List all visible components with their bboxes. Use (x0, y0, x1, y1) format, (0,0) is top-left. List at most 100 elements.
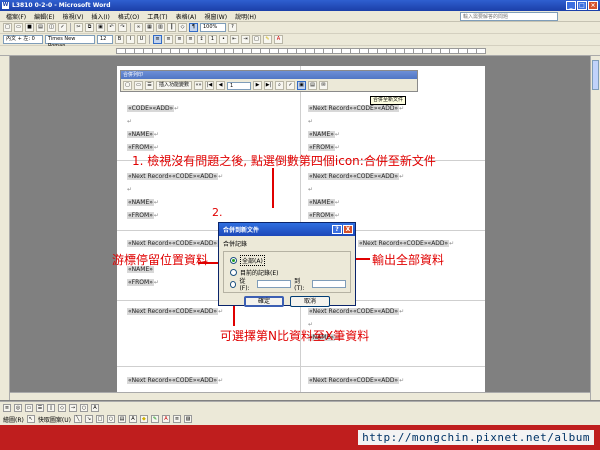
dialog-title-bar[interactable]: 合併到新文件 ? X (219, 223, 355, 236)
normal-view-icon[interactable]: ≡ (3, 403, 11, 412)
outdent-icon[interactable]: ⇤ (230, 35, 239, 44)
spelling-icon[interactable]: ✓ (58, 23, 67, 32)
bullets-icon[interactable]: • (219, 35, 228, 44)
mail-merge-toolbar-title[interactable]: 合併列印 (121, 71, 417, 79)
menu-tools[interactable]: 工具(T) (147, 12, 167, 21)
previous-record-icon[interactable]: ◀ (216, 81, 226, 90)
border-icon[interactable]: □ (252, 35, 261, 44)
indent-icon[interactable]: ⇥ (241, 35, 250, 44)
align-center-icon[interactable]: ≡ (164, 35, 173, 44)
radio-current-record[interactable] (230, 268, 237, 276)
columns-icon[interactable]: ║ (167, 23, 176, 32)
print-preview-icon[interactable]: ◫ (47, 23, 56, 32)
line-spacing-icon[interactable]: ↕ (197, 35, 206, 44)
menu-file[interactable]: 檔案(F) (6, 12, 26, 21)
reading-view-icon[interactable]: ▯ (47, 403, 55, 412)
draw-menu[interactable]: 繪圖(R) (3, 415, 24, 424)
save-icon[interactable]: ■ (25, 23, 34, 32)
new-document-icon[interactable]: □ (3, 23, 12, 32)
open-folder-icon[interactable]: ▭ (14, 23, 23, 32)
merge-to-printer-icon[interactable]: ▤ (308, 81, 318, 90)
check-errors-icon[interactable]: ✓ (286, 81, 296, 90)
line-style-icon[interactable]: ≡ (172, 415, 181, 423)
excel-icon[interactable]: ▥ (156, 23, 165, 32)
maximize-button[interactable]: □ (577, 1, 587, 10)
dialog-close-button[interactable]: X (343, 225, 353, 234)
vertical-ruler[interactable] (0, 56, 10, 400)
menu-insert[interactable]: 插入(I) (91, 12, 109, 21)
vertical-scrollbar[interactable] (590, 56, 600, 400)
cancel-button[interactable]: 取消 (290, 296, 330, 307)
horizontal-ruler[interactable] (0, 46, 600, 56)
font-size-select[interactable]: 12 (97, 35, 113, 44)
wordart-icon[interactable]: A (128, 415, 137, 423)
align-left-icon[interactable]: ≡ (153, 35, 162, 44)
cut-icon[interactable]: ✂ (74, 23, 83, 32)
redo-icon[interactable]: ↷ (118, 23, 127, 32)
help-icon[interactable]: ? (228, 23, 237, 32)
bold-icon[interactable]: B (115, 35, 124, 44)
radio-range[interactable] (230, 280, 237, 288)
menu-table[interactable]: 表格(A) (176, 12, 197, 21)
horizontal-scrollbar[interactable] (10, 392, 590, 400)
print-icon[interactable]: ▤ (36, 23, 45, 32)
menu-help[interactable]: 說明(H) (235, 12, 256, 21)
main-document-setup-icon[interactable]: ▢ (123, 81, 132, 90)
undo-icon[interactable]: ↶ (107, 23, 116, 32)
font-color-icon[interactable]: A (274, 35, 283, 44)
numbering-icon[interactable]: 1 (208, 35, 217, 44)
highlight-icon[interactable]: ✎ (263, 35, 272, 44)
align-right-icon[interactable]: ≡ (175, 35, 184, 44)
italic-icon[interactable]: I (126, 35, 135, 44)
fill-color-icon[interactable]: ◆ (139, 415, 148, 423)
paste-icon[interactable]: ▣ (96, 23, 105, 32)
option-all-row[interactable]: 全部(A) (230, 254, 346, 266)
to-record-input[interactable] (311, 280, 346, 288)
minimize-button[interactable]: _ (566, 1, 576, 10)
outline-view-icon[interactable]: ☰ (36, 403, 44, 412)
arrow-line-icon[interactable]: ↘ (84, 415, 93, 423)
rectangle-icon[interactable]: □ (95, 415, 104, 423)
line-icon[interactable]: ╲ (73, 415, 82, 423)
scroll-thumb[interactable] (592, 60, 599, 90)
font-select[interactable]: Times New Roman (45, 35, 95, 49)
open-data-source-icon[interactable]: ▭ (134, 81, 143, 90)
select-pointer-icon[interactable]: ↖ (26, 415, 35, 423)
find-entry-icon[interactable]: ⌕ (275, 81, 285, 90)
underline-icon[interactable]: U (137, 35, 146, 44)
option-range-row[interactable]: 從(F): 到(T): (230, 278, 346, 292)
line-color-icon[interactable]: ✎ (150, 415, 159, 423)
font-color-icon[interactable]: A (161, 415, 170, 423)
first-record-icon[interactable]: |◀ (205, 81, 215, 90)
radio-all[interactable] (230, 256, 237, 264)
shape-icon[interactable]: ◇ (58, 403, 66, 412)
menu-format[interactable]: 格式(O) (118, 12, 139, 21)
record-number-input[interactable]: 1 (227, 81, 252, 90)
arrow-icon[interactable]: → (69, 403, 77, 412)
oval-icon[interactable]: ○ (106, 415, 115, 423)
drawing-icon[interactable]: ◇ (178, 23, 187, 32)
view-merged-data-icon[interactable]: «» (194, 81, 204, 90)
help-search-input[interactable]: 輸入需要解答的問題 (460, 12, 558, 21)
merge-to-email-icon[interactable]: ✉ (319, 81, 329, 90)
menu-edit[interactable]: 編輯(E) (34, 12, 54, 21)
autoshapes-menu[interactable]: 快取圖案(U) (38, 415, 71, 424)
web-view-icon[interactable]: ◎ (14, 403, 22, 412)
menu-window[interactable]: 視窗(W) (204, 12, 227, 21)
table-icon[interactable]: ▦ (145, 23, 154, 32)
insert-merge-field-button[interactable]: 插入功能變數 (156, 81, 193, 90)
close-button[interactable]: × (588, 1, 598, 10)
justify-icon[interactable]: ≡ (186, 35, 195, 44)
menu-view[interactable]: 檢視(V) (63, 12, 84, 21)
ok-button[interactable]: 確定 (244, 296, 284, 307)
shadow-icon[interactable]: ▨ (183, 415, 192, 423)
print-layout-icon[interactable]: ▭ (25, 403, 33, 412)
style-select[interactable]: 內文 + 左: 0 (3, 35, 43, 44)
copy-icon[interactable]: ⧉ (85, 23, 94, 32)
show-hide-icon[interactable]: ¶ (189, 23, 198, 32)
textbox-icon[interactable]: ▤ (117, 415, 126, 423)
hyperlink-icon[interactable]: ∞ (134, 23, 143, 32)
zoom-select[interactable]: 100% (200, 23, 226, 32)
from-record-input[interactable] (256, 280, 292, 288)
next-record-icon[interactable]: ▶ (253, 81, 263, 90)
